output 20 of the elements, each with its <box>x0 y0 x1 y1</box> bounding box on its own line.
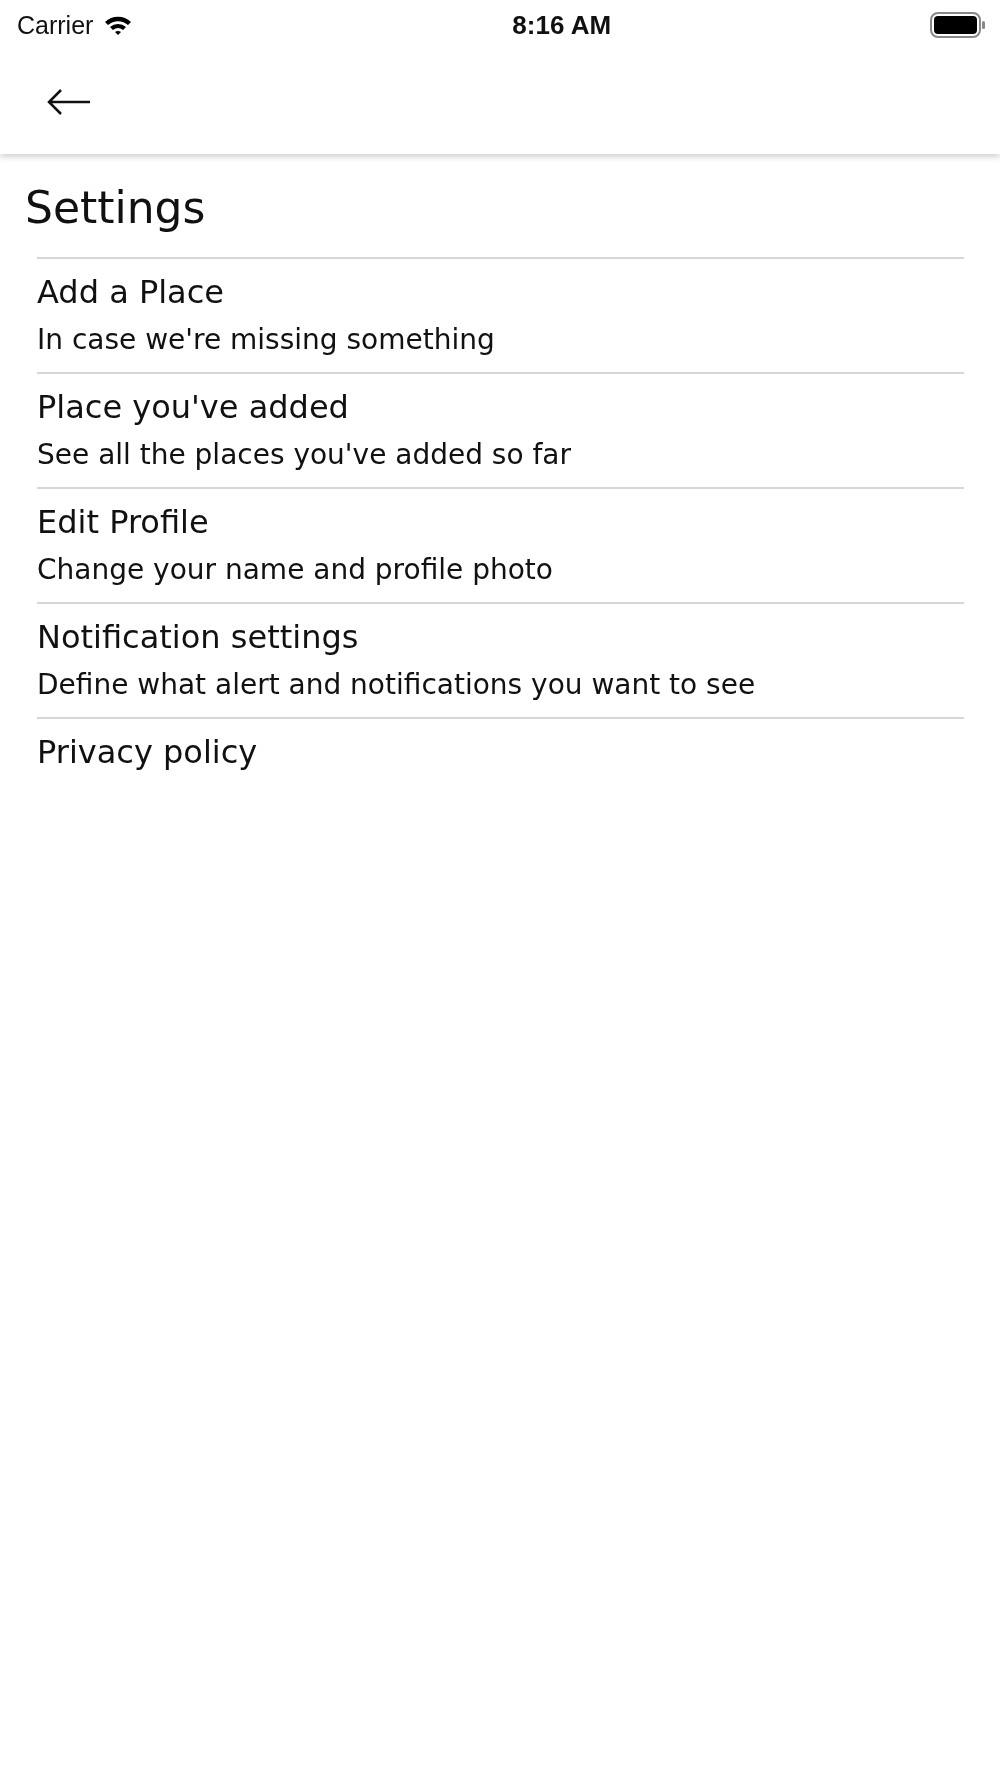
battery-icon <box>930 12 986 38</box>
item-title: Edit Profile <box>37 503 210 541</box>
wifi-icon <box>103 14 134 36</box>
back-arrow-icon <box>46 87 92 117</box>
page-title: Settings <box>25 182 207 233</box>
item-title: Add a Place <box>37 273 225 311</box>
settings-item[interactable]: Edit Profile Change your name and profile photo <box>37 487 964 602</box>
settings-item[interactable]: Notification settings Define what alert and notifications you want to see <box>37 602 964 717</box>
item-title: Privacy policy <box>37 733 259 771</box>
item-title: Place you've added <box>37 388 350 426</box>
item-title: Notification settings <box>37 618 360 656</box>
item-subtitle: Change your name and profile photo <box>37 553 554 586</box>
item-subtitle: Define what alert and notifications you want to see <box>37 668 757 701</box>
status-time: 8:16 AM <box>512 9 612 41</box>
settings-item[interactable]: Add a Place In case we're missing something <box>37 257 964 372</box>
item-subtitle: In case we're missing something <box>37 323 496 356</box>
settings-item[interactable]: Privacy policy <box>37 717 964 830</box>
carrier-name: Carrier <box>17 10 94 40</box>
settings-item[interactable]: Place you've added See all the places you've added so far <box>37 372 964 487</box>
item-subtitle: See all the places you've added so far <box>37 438 572 471</box>
